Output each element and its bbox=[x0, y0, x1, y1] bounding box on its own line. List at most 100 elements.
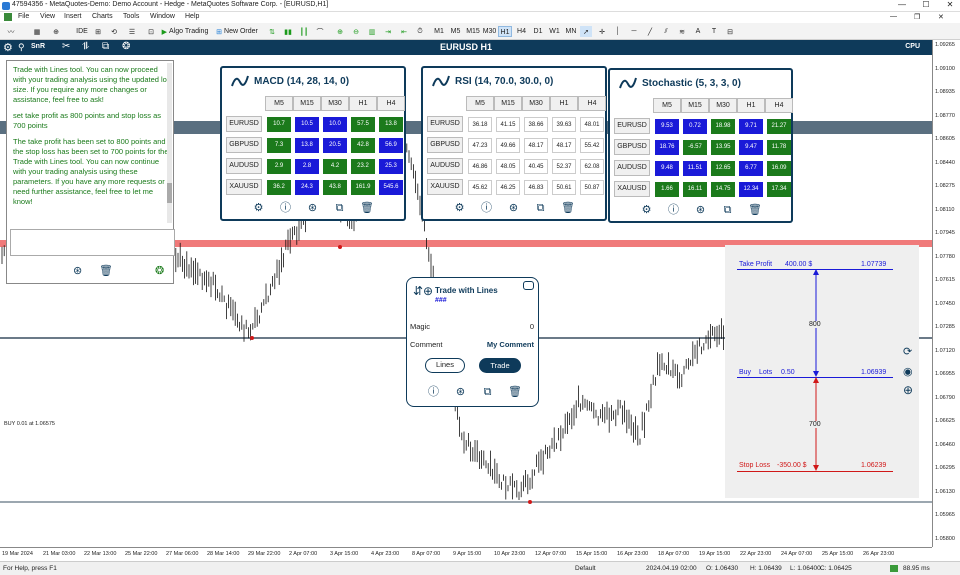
timeframe-m1[interactable]: M1 bbox=[432, 26, 446, 37]
macd-symbol-eurusd[interactable]: EURUSD bbox=[226, 116, 262, 132]
trash-icon[interactable]: 🗑 bbox=[360, 202, 374, 215]
reset-icon[interactable]: ⊛ bbox=[306, 202, 319, 215]
macd-symbol-xauusd[interactable]: XAUUSD bbox=[226, 179, 262, 195]
timeframe-m30[interactable]: M30 bbox=[482, 26, 498, 37]
reset-icon[interactable]: ⊛ bbox=[507, 202, 520, 215]
menu-tools[interactable]: Tools bbox=[123, 13, 139, 20]
new-chart-icon[interactable]: ⊕ bbox=[50, 26, 62, 37]
vertical-line-icon[interactable]: │ bbox=[612, 26, 624, 37]
gear-icon[interactable]: ⚙ bbox=[640, 204, 653, 217]
trash-icon[interactable]: 🗑 bbox=[99, 264, 113, 277]
chat-input[interactable] bbox=[10, 229, 175, 256]
timeframe-h4[interactable]: H4 bbox=[515, 26, 529, 37]
minimize-icon[interactable] bbox=[523, 281, 534, 290]
rsi-symbol-audusd[interactable]: AUDUSD bbox=[427, 158, 463, 174]
chart-type-icon[interactable]: 〰 bbox=[4, 26, 18, 37]
panels-icon[interactable]: ⧉ bbox=[102, 41, 109, 52]
info-icon[interactable]: ⓘ bbox=[667, 204, 680, 217]
grid-icon[interactable]: ▥ bbox=[366, 26, 378, 37]
refresh-icon[interactable]: ⟳ bbox=[903, 345, 912, 358]
maximize-button[interactable]: ☐ bbox=[914, 0, 938, 9]
trade-up-icon[interactable]: ⇅ bbox=[266, 26, 278, 37]
timeframe-w1[interactable]: W1 bbox=[548, 26, 562, 37]
minimize-button[interactable]: — bbox=[890, 0, 914, 9]
tools-icon[interactable]: ✂ bbox=[62, 41, 70, 52]
channel-icon[interactable]: ⫽ bbox=[660, 26, 672, 37]
cursor-icon[interactable]: ➚ bbox=[580, 26, 592, 37]
new-order-button[interactable]: ⊞ New Order bbox=[214, 26, 260, 37]
trash-icon[interactable]: 🗑 bbox=[748, 204, 762, 217]
indicator-icon[interactable]: ⚲ bbox=[18, 42, 25, 53]
market-watch-icon[interactable]: ⊞ bbox=[92, 26, 104, 37]
candles-icon[interactable]: ┃┃ bbox=[298, 26, 310, 37]
history-icon[interactable]: ⊡ bbox=[145, 26, 157, 37]
zoom-in-icon[interactable]: ⊕ bbox=[334, 26, 346, 37]
copy-icon[interactable]: ⧉ bbox=[333, 202, 346, 215]
magic-input[interactable]: 0 bbox=[530, 322, 534, 331]
lines-button[interactable]: Lines bbox=[425, 358, 465, 373]
info-icon[interactable]: ⓘ bbox=[480, 202, 493, 215]
rsi-symbol-xauusd[interactable]: XAUUSD bbox=[427, 179, 463, 195]
menu-charts[interactable]: Charts bbox=[92, 13, 113, 20]
stoch-symbol-audusd[interactable]: AUDUSD bbox=[614, 160, 650, 176]
close-button[interactable]: ✕ bbox=[938, 0, 960, 9]
reset-icon[interactable]: ⊛ bbox=[73, 264, 82, 277]
rsi-symbol-gbpusd[interactable]: GBPUSD bbox=[427, 137, 463, 153]
macd-symbol-audusd[interactable]: AUDUSD bbox=[226, 158, 262, 174]
reset-icon[interactable]: ⊛ bbox=[694, 204, 707, 217]
snr-button[interactable]: SnR bbox=[31, 43, 45, 50]
autoscroll-icon[interactable]: ⇥ bbox=[382, 26, 394, 37]
info-icon[interactable]: ⓘ bbox=[427, 386, 440, 399]
fibo-icon[interactable]: ≋ bbox=[676, 26, 688, 37]
label-icon[interactable]: T bbox=[708, 26, 720, 37]
line-chart-icon[interactable]: ⌒ bbox=[314, 26, 326, 37]
macd-symbol-gbpusd[interactable]: GBPUSD bbox=[226, 137, 262, 153]
gear-icon[interactable]: ⚙ bbox=[252, 202, 265, 215]
menu-window[interactable]: Window bbox=[150, 13, 175, 20]
rsi-symbol-eurusd[interactable]: EURUSD bbox=[427, 116, 463, 132]
stoch-symbol-eurusd[interactable]: EURUSD bbox=[614, 118, 650, 134]
menu-help[interactable]: Help bbox=[185, 13, 199, 20]
timeframe-d1[interactable]: D1 bbox=[531, 26, 545, 37]
copy-icon[interactable]: ⧉ bbox=[721, 204, 734, 217]
shapes-icon[interactable]: ⊟ bbox=[724, 26, 736, 37]
gear-icon[interactable]: ⚙ bbox=[453, 202, 466, 215]
trade-lines-icon[interactable]: ⥮ bbox=[82, 41, 89, 52]
timeframe-mn[interactable]: MN bbox=[564, 26, 578, 37]
reset-icon[interactable]: ⊛ bbox=[454, 386, 467, 399]
navigator-icon[interactable]: ☰ bbox=[126, 26, 138, 37]
ide-button[interactable]: IDE bbox=[72, 26, 92, 37]
horizontal-line-icon[interactable]: ─ bbox=[628, 26, 640, 37]
add-icon[interactable]: ⊕ bbox=[903, 383, 913, 397]
stoch-symbol-xauusd[interactable]: XAUUSD bbox=[614, 181, 650, 197]
algo-trading-button[interactable]: ▶ Algo Trading bbox=[160, 26, 210, 37]
copy-icon[interactable]: ⧉ bbox=[481, 386, 494, 399]
copy-icon[interactable]: ⧉ bbox=[534, 202, 547, 215]
bar-chart-icon[interactable]: ▮▮ bbox=[282, 26, 294, 37]
stoch-symbol-gbpusd[interactable]: GBPUSD bbox=[614, 139, 650, 155]
timeframe-h1[interactable]: H1 bbox=[498, 26, 512, 37]
shift-icon[interactable]: ⇤ bbox=[398, 26, 410, 37]
comment-input[interactable]: My Comment bbox=[487, 340, 534, 349]
ai-assistant-icon[interactable]: ❂ bbox=[122, 41, 130, 52]
menu-insert[interactable]: Insert bbox=[64, 13, 82, 20]
chat-scrollbar[interactable] bbox=[167, 63, 172, 223]
text-icon[interactable]: A bbox=[692, 26, 704, 37]
trade-button[interactable]: Trade bbox=[479, 358, 521, 373]
trash-icon[interactable]: 🗑 bbox=[508, 386, 522, 399]
timeframe-m15[interactable]: M15 bbox=[465, 26, 481, 37]
strategy-tester-icon[interactable]: ⟲ bbox=[108, 26, 120, 37]
trendline-icon[interactable]: ╱ bbox=[644, 26, 656, 37]
zoom-out-icon[interactable]: ⊖ bbox=[350, 26, 362, 37]
period-icon[interactable]: ⏱ bbox=[414, 26, 426, 37]
info-icon[interactable]: ⓘ bbox=[279, 202, 292, 215]
gear-icon[interactable]: ⚙ bbox=[3, 41, 13, 54]
chart-menu-icon[interactable] bbox=[4, 13, 12, 21]
crosshair-icon[interactable]: ✛ bbox=[596, 26, 608, 37]
lots-value[interactable]: 0.50 bbox=[781, 369, 795, 376]
profiles-icon[interactable]: ▦ bbox=[30, 26, 44, 37]
eye-icon[interactable]: ◉ bbox=[903, 365, 913, 378]
menu-file[interactable]: File bbox=[18, 13, 29, 20]
trash-icon[interactable]: 🗑 bbox=[561, 202, 575, 215]
send-icon[interactable]: ❂ bbox=[155, 264, 164, 277]
